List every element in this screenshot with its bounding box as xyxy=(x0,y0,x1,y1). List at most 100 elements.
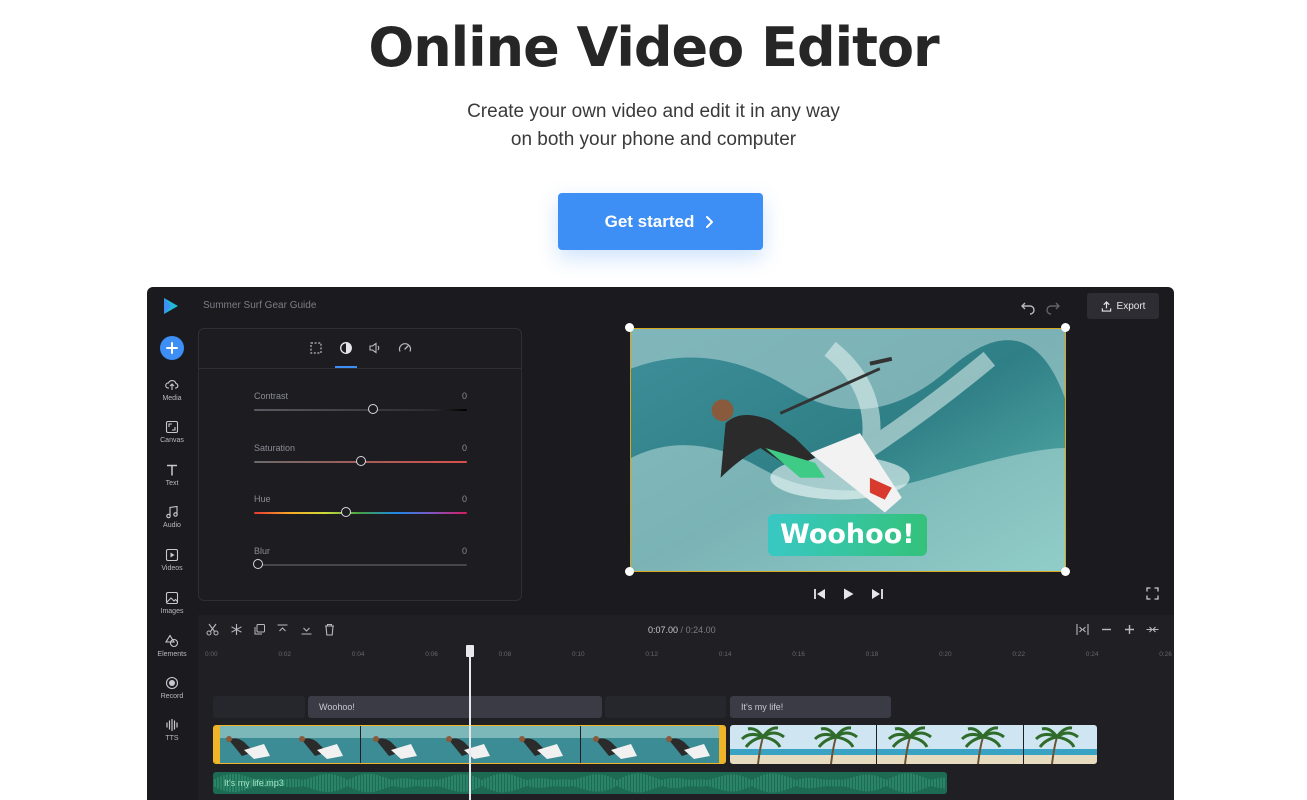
image-icon xyxy=(165,591,179,605)
sidebar-item-record[interactable]: Record xyxy=(147,676,197,700)
hue-slider-handle[interactable] xyxy=(341,507,351,517)
ruler-tick: 0:10 xyxy=(572,651,585,658)
hue-control[interactable]: Hue 0 xyxy=(254,494,467,504)
video-thumbnail xyxy=(950,725,1023,764)
subtitle-line: Create your own video and edit it in any… xyxy=(0,98,1307,126)
text-clip-woohoo[interactable]: Woohoo! xyxy=(308,696,602,718)
duplicate-icon[interactable] xyxy=(253,623,266,636)
fit-timeline-icon[interactable] xyxy=(1076,623,1089,636)
blur-slider-handle[interactable] xyxy=(253,559,263,569)
ruler-tick: 0:12 xyxy=(645,651,658,658)
speed-icon[interactable] xyxy=(398,341,412,355)
chevron-right-icon xyxy=(702,215,716,229)
collapse-icon[interactable] xyxy=(1146,623,1159,636)
skip-forward-icon[interactable] xyxy=(870,587,884,601)
redo-icon[interactable] xyxy=(1045,299,1061,315)
ruler-tick: 0:22 xyxy=(1012,651,1025,658)
contrast-control[interactable]: Contrast 0 xyxy=(254,391,467,401)
crop-icon[interactable] xyxy=(309,341,323,355)
app-logo-icon xyxy=(161,296,181,316)
text-icon xyxy=(165,463,179,477)
sidebar-item-media[interactable]: Media xyxy=(147,378,197,402)
adjust-value: 0 xyxy=(462,494,467,504)
video-thumbnail xyxy=(361,726,434,764)
sidebar-label: Record xyxy=(161,693,184,700)
sidebar-item-text[interactable]: Text xyxy=(147,463,197,487)
play-icon[interactable] xyxy=(841,587,855,601)
sidebar-item-elements[interactable]: Elements xyxy=(147,634,197,658)
audio-clip[interactable]: It's my life.mp3 xyxy=(213,772,947,794)
ruler-tick: 0:14 xyxy=(719,651,732,658)
subtitle-line: on both your phone and computer xyxy=(0,126,1307,154)
sidebar-label: TTS xyxy=(165,735,178,742)
timecode: 0:07.00 / 0:24.00 xyxy=(648,625,716,635)
video-thumbnail xyxy=(1024,725,1097,764)
ruler-tick: 0:02 xyxy=(278,651,291,658)
adjust-label: Saturation xyxy=(254,443,467,453)
sidebar-item-videos[interactable]: Videos xyxy=(147,548,197,572)
active-tab-indicator xyxy=(335,366,357,368)
sidebar-item-canvas[interactable]: Canvas xyxy=(147,420,197,444)
saturation-control[interactable]: Saturation 0 xyxy=(254,443,467,453)
get-started-button[interactable]: Get started xyxy=(558,193,763,250)
freeze-icon[interactable] xyxy=(230,623,243,636)
resize-handle[interactable] xyxy=(1061,567,1070,576)
page-subtitle: Create your own video and edit it in any… xyxy=(0,98,1307,154)
resize-handle[interactable] xyxy=(625,323,634,332)
ruler-tick: 0:16 xyxy=(792,651,805,658)
trim-handle-right[interactable] xyxy=(719,726,725,764)
text-clip-its-my-life[interactable]: It's my life! xyxy=(730,696,891,718)
video-icon xyxy=(165,548,179,562)
zoom-in-icon[interactable] xyxy=(1123,623,1136,636)
saturation-slider-handle[interactable] xyxy=(356,456,366,466)
sidebar-label: Audio xyxy=(163,522,181,529)
blur-slider-track[interactable] xyxy=(254,564,467,566)
ruler-tick: 0:18 xyxy=(866,651,879,658)
undo-icon[interactable] xyxy=(1020,299,1036,315)
ruler-tick: 0:06 xyxy=(425,651,438,658)
hue-slider-track[interactable] xyxy=(254,512,467,514)
blur-control[interactable]: Blur 0 xyxy=(254,546,467,556)
delete-icon[interactable] xyxy=(323,623,336,636)
waveform-icon xyxy=(165,718,179,732)
move-up-icon[interactable] xyxy=(276,623,289,636)
zoom-out-icon[interactable] xyxy=(1100,623,1113,636)
adjust-label: Blur xyxy=(254,546,467,556)
export-button[interactable]: Export xyxy=(1087,293,1159,319)
move-down-icon[interactable] xyxy=(300,623,313,636)
video-thumbnail xyxy=(730,725,803,764)
scissors-icon[interactable] xyxy=(206,623,219,636)
waveform-bars xyxy=(215,773,944,792)
export-label: Export xyxy=(1117,301,1146,312)
project-title[interactable]: Summer Surf Gear Guide xyxy=(203,300,316,311)
video-thumbnail xyxy=(507,726,580,764)
trim-handle-left[interactable] xyxy=(214,726,220,764)
video-thumbnail xyxy=(214,726,287,764)
adjust-label: Hue xyxy=(254,494,467,504)
skip-back-icon[interactable] xyxy=(813,587,827,601)
contrast-icon[interactable] xyxy=(339,341,353,355)
record-icon xyxy=(165,676,179,690)
playhead[interactable] xyxy=(469,645,471,800)
adjust-panel: Contrast 0 Saturation 0 Hue 0 Blur 0 xyxy=(198,328,522,601)
canvas-text-overlay[interactable]: Woohoo! xyxy=(768,514,927,556)
contrast-slider-handle[interactable] xyxy=(368,404,378,414)
upload-icon xyxy=(165,378,179,392)
resize-handle[interactable] xyxy=(1061,323,1070,332)
contrast-slider-track[interactable] xyxy=(254,409,467,411)
video-thumbnail xyxy=(877,725,950,764)
video-canvas[interactable]: Woohoo! xyxy=(630,328,1066,572)
fullscreen-icon[interactable] xyxy=(1146,587,1159,600)
volume-icon[interactable] xyxy=(368,341,382,355)
video-thumbnail xyxy=(287,726,360,764)
text-track-gap xyxy=(605,696,726,718)
add-button[interactable] xyxy=(160,336,184,360)
sidebar-label: Videos xyxy=(161,565,182,572)
sidebar-item-images[interactable]: Images xyxy=(147,591,197,615)
video-clip-palms[interactable] xyxy=(730,725,1097,764)
sidebar-item-audio[interactable]: Audio xyxy=(147,505,197,529)
resize-handle[interactable] xyxy=(625,567,634,576)
adjust-label: Contrast xyxy=(254,391,467,401)
sidebar-item-tts[interactable]: TTS xyxy=(147,718,197,742)
text-track-gap xyxy=(213,696,305,718)
